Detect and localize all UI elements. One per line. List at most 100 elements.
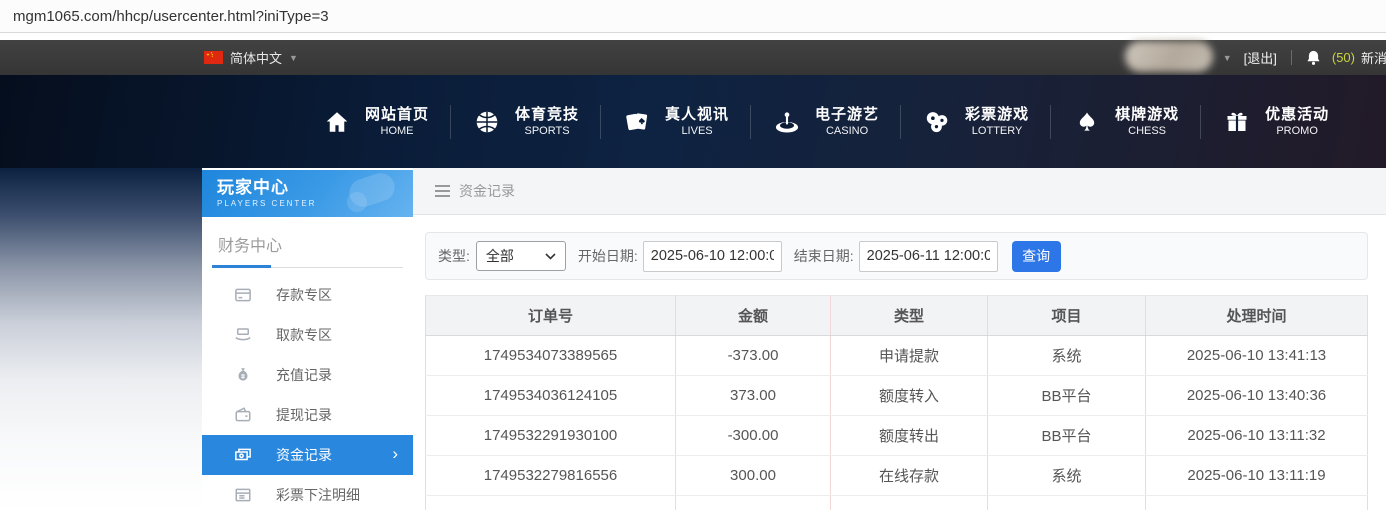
start-date-label: 开始日期:	[578, 246, 638, 266]
table-row: 1749534073389565 -373.00 申请提款 系统 2025-06…	[426, 336, 1368, 376]
sidebar-item-withdrawal-records[interactable]: 提现记录	[202, 395, 413, 435]
cell-amount: -300.00	[676, 416, 831, 456]
gift-icon	[1222, 107, 1252, 137]
cell-project: BB平台	[988, 416, 1146, 456]
nav-item-lives[interactable]: 真人视讯 LIVES	[601, 105, 750, 139]
nav-item-promo[interactable]: 优惠活动 PROMO	[1201, 105, 1350, 139]
cell-type: 额度转出	[831, 416, 988, 456]
hamburger-icon	[435, 185, 450, 197]
chevron-down-icon: ▼	[289, 53, 298, 63]
sidebar: 玩家中心 PLAYERS CENTER 财务中心 存款专区 取款	[202, 170, 413, 510]
nav-item-sports[interactable]: 体育竞技 SPORTS	[451, 105, 600, 139]
spade-icon	[1072, 107, 1102, 137]
cell-project: 系统	[988, 336, 1146, 376]
search-button[interactable]: 查询	[1012, 241, 1061, 272]
funds-record-icon	[233, 446, 252, 465]
section-title-finance-center: 财务中心	[202, 217, 413, 256]
deposit-card-icon	[233, 286, 252, 305]
cell-type: 申请提款	[831, 336, 988, 376]
sidebar-item-deposit-zone[interactable]: 存款专区	[202, 275, 413, 315]
cell-amount: 373.00	[676, 376, 831, 416]
section-divider	[212, 265, 403, 268]
chevron-down-icon[interactable]: ▼	[1223, 53, 1232, 63]
breadcrumb-label: 资金记录	[459, 181, 515, 201]
home-icon	[322, 107, 352, 137]
logout-link[interactable]: [退出]	[1244, 48, 1277, 67]
withdraw-hand-icon	[233, 326, 252, 345]
nav-item-home[interactable]: 网站首页 HOME	[301, 105, 450, 139]
end-date-label: 结束日期:	[794, 246, 854, 266]
main-navbar: 网站首页 HOME 体育竞技 SPORTS	[0, 75, 1386, 168]
col-header-order-no: 订单号	[426, 296, 676, 336]
gamepad-watermark-icon	[347, 192, 367, 212]
end-date-input[interactable]	[859, 241, 998, 272]
cell-project: BB平台	[988, 376, 1146, 416]
bell-icon[interactable]	[1305, 49, 1322, 67]
col-header-process-time: 处理时间	[1146, 296, 1368, 336]
roulette-icon	[772, 107, 802, 137]
cell-process-time: 2025-06-10 13:40:36	[1146, 376, 1368, 416]
col-header-amount: 金额	[676, 296, 831, 336]
sidebar-item-label: 资金记录	[276, 445, 332, 465]
nav-item-lottery[interactable]: 彩票游戏 LOTTERY	[901, 105, 1050, 139]
divider	[1291, 50, 1292, 65]
chevron-down-icon	[545, 253, 556, 260]
language-label: 简体中文	[230, 48, 282, 67]
table-header-row: 订单号 金额 类型 项目 处理时间	[426, 296, 1368, 336]
wallet-icon	[233, 406, 252, 425]
filter-bar: 类型: 全部 开始日期: 结束日期: 查询	[425, 232, 1368, 280]
username-blurred[interactable]	[1125, 41, 1213, 72]
page-url: mgm1065.com/hhcp/usercenter.html?iniType…	[13, 8, 329, 25]
playing-cards-icon	[622, 107, 652, 137]
sidebar-item-funds-records[interactable]: 资金记录 ›	[202, 435, 413, 475]
main-content: 资金记录 类型: 全部 开始日期: 结束日期: 查询 订单号 金额 类型	[413, 168, 1386, 510]
money-bag-icon	[233, 366, 252, 385]
nav-item-casino[interactable]: 电子游艺 CASINO	[751, 105, 900, 139]
cell-project: 系统	[988, 456, 1146, 496]
cell-order-no: 1749532279816556	[426, 456, 676, 496]
sidebar-item-label: 彩票下注明细	[276, 485, 360, 505]
nav-item-chess[interactable]: 棋牌游戏 CHESS	[1051, 105, 1200, 139]
language-selector[interactable]: 简体中文 ▼	[204, 40, 298, 75]
sidebar-item-lottery-bet-details[interactable]: 彩票下注明细	[202, 475, 413, 510]
sidebar-item-label: 存款专区	[276, 285, 332, 305]
table-row: 1749532279816556 300.00 在线存款 系统 2025-06-…	[426, 456, 1368, 496]
account-topbar: 简体中文 ▼ ▼ [退出] (50) 新消息	[0, 40, 1386, 75]
funds-records-table: 订单号 金额 类型 项目 处理时间 1749534073389565 -373.…	[425, 295, 1368, 510]
china-flag-icon	[204, 51, 223, 64]
start-date-input[interactable]	[643, 241, 782, 272]
sidebar-item-label: 充值记录	[276, 365, 332, 385]
table-row: 1749532291930100 -300.00 额度转出 BB平台 2025-…	[426, 416, 1368, 456]
new-messages-link[interactable]: 新消息	[1361, 48, 1386, 67]
sidebar-item-label: 提现记录	[276, 405, 332, 425]
cell-amount: -373.00	[676, 336, 831, 376]
sidebar-item-label: 取款专区	[276, 325, 332, 345]
col-header-type: 类型	[831, 296, 988, 336]
cell-order-no: 1749532291930100	[426, 416, 676, 456]
message-count[interactable]: (50)	[1332, 50, 1355, 65]
table-row: 1749534036124105 373.00 额度转入 BB平台 2025-0…	[426, 376, 1368, 416]
cell-type: 在线存款	[831, 456, 988, 496]
breadcrumb: 资金记录	[413, 168, 1386, 215]
type-label: 类型:	[438, 246, 470, 266]
chevron-right-icon: ›	[392, 444, 398, 464]
cell-type: 额度转入	[831, 376, 988, 416]
bet-detail-icon	[233, 486, 252, 505]
browser-address-bar[interactable]: mgm1065.com/hhcp/usercenter.html?iniType…	[0, 0, 1386, 33]
col-header-project: 项目	[988, 296, 1146, 336]
cell-amount: 300.00	[676, 456, 831, 496]
cell-order-no: 1749534073389565	[426, 336, 676, 376]
type-select-value: 全部	[486, 246, 514, 266]
cell-process-time: 2025-06-10 13:41:13	[1146, 336, 1368, 376]
cell-process-time: 2025-06-10 13:11:32	[1146, 416, 1368, 456]
cell-process-time: 2025-06-10 13:11:19	[1146, 456, 1368, 496]
sidebar-item-withdraw-zone[interactable]: 取款专区	[202, 315, 413, 355]
type-select[interactable]: 全部	[476, 241, 566, 271]
players-center-header: 玩家中心 PLAYERS CENTER	[202, 170, 413, 217]
basketball-icon	[472, 107, 502, 137]
sidebar-item-recharge-records[interactable]: 充值记录	[202, 355, 413, 395]
page: mgm1065.com/hhcp/usercenter.html?iniType…	[0, 0, 1386, 510]
lottery-balls-icon	[922, 107, 952, 137]
page-background	[0, 168, 202, 510]
table-row-partial	[426, 496, 1368, 510]
